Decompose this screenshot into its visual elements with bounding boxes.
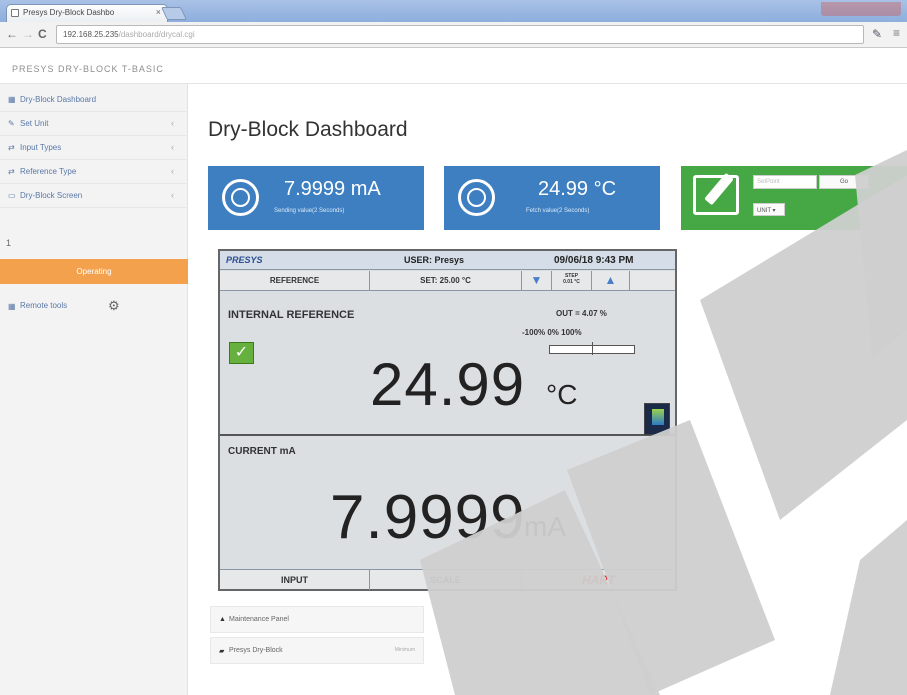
sidebar-item-input-types[interactable]: ⇄ Input Types ‹ [0, 136, 188, 160]
forward-button[interactable]: → [22, 27, 34, 41]
sidebar-item-screen[interactable]: ▭ Dry-Block Screen ‹ [0, 184, 188, 208]
browser-toolbar: ← → C 192.168.25.235/dashboard/drycal.cg… [0, 22, 907, 48]
sidebar: ▦ Dry-Block Dashboard ✎ Set Unit ‹ ⇄ Inp… [0, 84, 188, 695]
gear-icon[interactable]: ⚙ [108, 298, 120, 314]
setpoint-tile: SetPoint Go UNIT ▾ [681, 166, 907, 230]
chevron-left-icon: ‹ [171, 166, 174, 176]
current-unit: mA [524, 511, 566, 542]
sidebar-item-label: Reference Type [20, 167, 77, 176]
bell-icon: ▲ [219, 616, 226, 623]
reference-button[interactable]: REFERENCE [220, 271, 370, 291]
temperature-value: 24.99 [370, 351, 526, 418]
address-host: 192.168.25.235 [63, 30, 119, 39]
unit-dropdown[interactable]: UNIT ▾ [753, 203, 785, 216]
current-tile: 7.9999 mA Sending value(2 Seconds) [208, 166, 424, 230]
address-bar[interactable]: 192.168.25.235/dashboard/drycal.cgi [56, 25, 864, 44]
down-arrow-icon[interactable]: ▼ [522, 271, 552, 291]
setpoint-go-button[interactable]: Go [819, 175, 869, 189]
bottom-list: ▲ Maintenance Panel ▰ Presys Dry-Block M… [210, 606, 424, 666]
output-scale: -100% 0% 100% [522, 328, 582, 337]
page-title: Dry-Block Dashboard [208, 118, 408, 141]
dashboard-icon: ▦ [8, 95, 16, 104]
browser-tab[interactable]: Presys Dry-Block Dashbo × [6, 4, 168, 22]
sidebar-item-reference-type[interactable]: ⇄ Reference Type ‹ [0, 160, 188, 184]
list-item-badge: Minimum [394, 647, 415, 653]
back-button[interactable]: ← [6, 27, 18, 41]
list-item-label: Presys Dry-Block [229, 647, 283, 654]
device-user: USER: Presys [404, 255, 465, 265]
input-icon: ⇄ [8, 143, 15, 152]
site-brand[interactable]: PRESYS DRY-BLOCK T-BASIC [12, 64, 164, 74]
reference-icon: ⇄ [8, 167, 15, 176]
scale-button[interactable]: SCALE [370, 570, 522, 590]
tools-icon: ▦ [8, 302, 16, 311]
sidebar-item-label: Dry-Block Dashboard [20, 95, 97, 104]
tab-title: Presys Dry-Block Dashbo [23, 8, 115, 17]
set-button[interactable]: SET: 25.00 °C [370, 271, 522, 291]
input-button[interactable]: INPUT [220, 570, 370, 590]
gauge-icon [458, 179, 495, 216]
internal-reference-label: INTERNAL REFERENCE [228, 309, 355, 321]
device-bottom-bar: INPUT SCALE HART [220, 569, 675, 590]
close-tab-icon[interactable]: × [156, 7, 161, 17]
list-item-presys[interactable]: ▰ Presys Dry-Block Minimum [210, 637, 424, 664]
sidebar-item-remote-tools[interactable]: ▦ Remote tools ⚙ [0, 298, 188, 318]
internal-reference-section: INTERNAL REFERENCE ✓ 24.99 °C OUT = 4.07… [220, 292, 675, 436]
step-button[interactable]: STEP 0.01 °C [552, 271, 592, 291]
app-icon[interactable] [644, 403, 670, 435]
comment-icon: ▰ [219, 648, 225, 655]
current-value: 7.9999 [330, 483, 526, 552]
temperature-unit: °C [546, 379, 578, 410]
sidebar-item-operating[interactable]: Operating [0, 259, 188, 284]
reference-checkbox[interactable]: ✓ [229, 342, 254, 364]
chevron-left-icon: ‹ [171, 190, 174, 200]
sidebar-item-set-unit[interactable]: ✎ Set Unit ‹ [0, 112, 188, 136]
menu-icon[interactable]: ≡ [893, 26, 900, 40]
tile-value: 7.9999 mA [284, 178, 381, 200]
sidebar-item-label: Dry-Block Screen [20, 191, 83, 200]
sidebar-item-dashboard[interactable]: ▦ Dry-Block Dashboard [0, 88, 188, 112]
list-item-maintenance[interactable]: ▲ Maintenance Panel [210, 606, 424, 633]
chevron-left-icon: ‹ [171, 142, 174, 152]
reload-button[interactable]: C [38, 27, 47, 41]
output-label: OUT = 4.07 % [556, 309, 607, 318]
device-status-bar: PRESYS USER: Presys 09/06/18 9:43 PM [220, 251, 675, 270]
browser-chrome: Presys Dry-Block Dashbo × ← → C 192.168.… [0, 0, 907, 48]
list-item-label: Maintenance Panel [229, 616, 289, 623]
tile-caption: Sending value(2 Seconds) [274, 208, 345, 214]
hart-button[interactable]: HART [522, 570, 675, 590]
edit-icon [693, 172, 739, 215]
gauge-icon [222, 179, 259, 216]
sidebar-item-label: Set Unit [20, 119, 49, 128]
address-path: /dashboard/drycal.cgi [118, 30, 195, 39]
wrench-icon: ✎ [8, 119, 15, 128]
device-button-row: REFERENCE SET: 25.00 °C ▼ STEP 0.01 °C ▲ [220, 271, 675, 291]
sidebar-input-value[interactable]: 1 [6, 238, 11, 248]
tile-caption: Fetch value(2 Seconds) [526, 208, 590, 214]
current-section: CURRENT mA 7.9999 mA [220, 438, 675, 568]
current-label: CURRENT mA [228, 446, 296, 457]
temperature-tile: 24.99 °C Fetch value(2 Seconds) [444, 166, 660, 230]
tab-strip: Presys Dry-Block Dashbo × [0, 0, 907, 22]
sidebar-item-label: Remote tools [20, 301, 68, 310]
output-bar [549, 342, 635, 355]
screen-icon: ▭ [8, 191, 16, 200]
favicon-icon [11, 9, 19, 17]
extension-icon[interactable]: ✎ [872, 27, 882, 41]
device-brand: PRESYS [226, 255, 263, 265]
tile-value: 24.99 °C [538, 178, 617, 200]
chevron-left-icon: ‹ [171, 118, 174, 128]
device-datetime: 09/06/18 9:43 PM [554, 255, 634, 266]
sidebar-item-label: Input Types [20, 143, 62, 152]
window-controls[interactable] [821, 2, 901, 16]
device-screen: PRESYS USER: Presys 09/06/18 9:43 PM REF… [218, 249, 677, 591]
up-arrow-icon[interactable]: ▲ [592, 271, 630, 291]
setpoint-input[interactable]: SetPoint [753, 175, 817, 189]
